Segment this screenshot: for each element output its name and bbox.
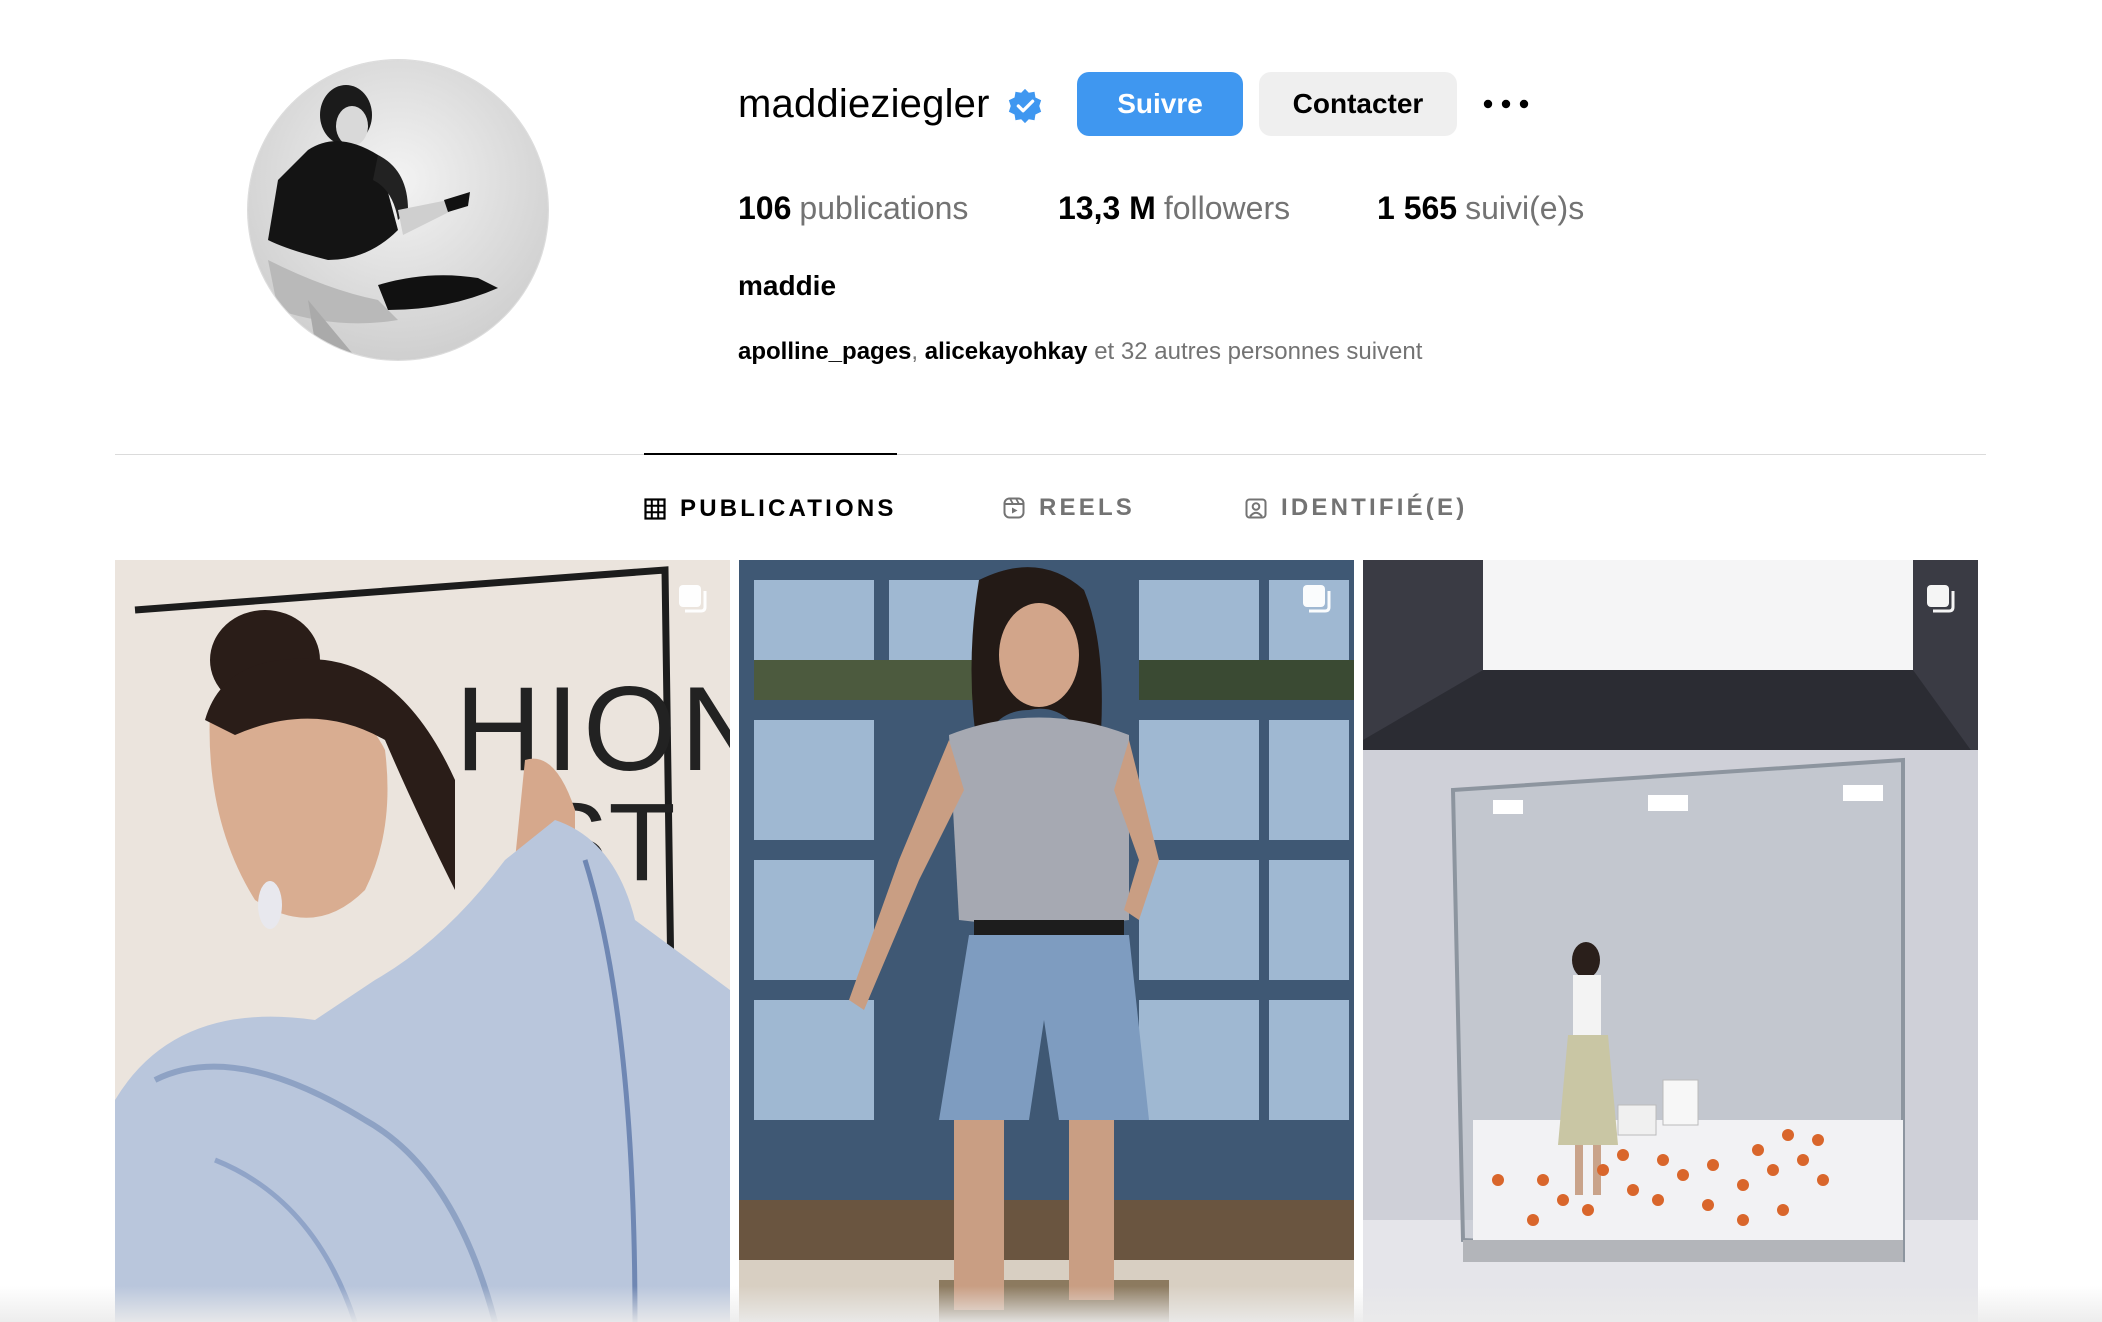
posts-count-label: publications: [799, 190, 969, 226]
grid-icon: [644, 498, 666, 520]
following-count-label: suivi(e)s: [1465, 190, 1585, 226]
follow-button[interactable]: Suivre: [1077, 72, 1243, 136]
profile-page: maddieziegler Suivre Contacter 106 public…: [0, 0, 2102, 1322]
posts-count: 106 publications: [738, 190, 968, 227]
post-image: HION ST US: [115, 560, 730, 1322]
reels-icon: [1003, 497, 1025, 519]
avatar-photo: [248, 60, 548, 360]
followers-count-label: followers: [1163, 190, 1291, 226]
username-row: maddieziegler: [738, 72, 1044, 136]
post-thumbnail[interactable]: [1363, 560, 1978, 1322]
carousel-icon: [679, 585, 707, 613]
carousel-icon: [1303, 585, 1331, 613]
tab-label: REELS: [1039, 494, 1136, 521]
post-image: [739, 560, 1354, 1322]
tab-label: IDENTIFIÉ(E): [1281, 494, 1468, 521]
full-name: maddie: [738, 270, 837, 301]
followed-by-separator: ,: [911, 338, 919, 365]
posts-grid: HION ST US: [115, 560, 1978, 1322]
followed-by-account[interactable]: apolline_pages: [738, 338, 911, 365]
posts-count-value: 106: [738, 190, 792, 226]
post-image: [1363, 560, 1978, 1322]
followers-count[interactable]: 13,3 Mfollowers: [1058, 190, 1290, 227]
tab-tagged[interactable]: IDENTIFIÉ(E): [1245, 454, 1467, 562]
followed-by: apolline_pages, alicekayohkay et 32 autr…: [738, 338, 1422, 366]
more-options-icon[interactable]: [1476, 84, 1536, 124]
following-count-value: 1 565: [1377, 190, 1458, 226]
verified-badge-icon: [1008, 88, 1041, 124]
post-thumbnail[interactable]: HION ST US: [115, 560, 730, 1322]
post-thumbnail[interactable]: [739, 560, 1354, 1322]
followers-count-value: 13,3 M: [1058, 190, 1156, 226]
tagged-icon: [1245, 498, 1267, 519]
profile-avatar[interactable]: [248, 60, 548, 360]
tab-publications[interactable]: PUBLICATIONS: [644, 453, 897, 563]
contact-button[interactable]: Contacter: [1259, 72, 1457, 136]
svg-text:HION: HION: [455, 662, 730, 796]
followed-by-account[interactable]: alicekayohkay: [925, 338, 1088, 365]
tab-label: PUBLICATIONS: [680, 495, 897, 522]
username: maddieziegler: [738, 81, 990, 126]
following-count[interactable]: 1 565 suivi(e)s: [1377, 190, 1584, 227]
carousel-icon: [1927, 585, 1955, 613]
followed-by-suffix: et 32 autres personnes suivent: [1094, 338, 1423, 365]
tab-reels[interactable]: REELS: [1003, 454, 1135, 562]
